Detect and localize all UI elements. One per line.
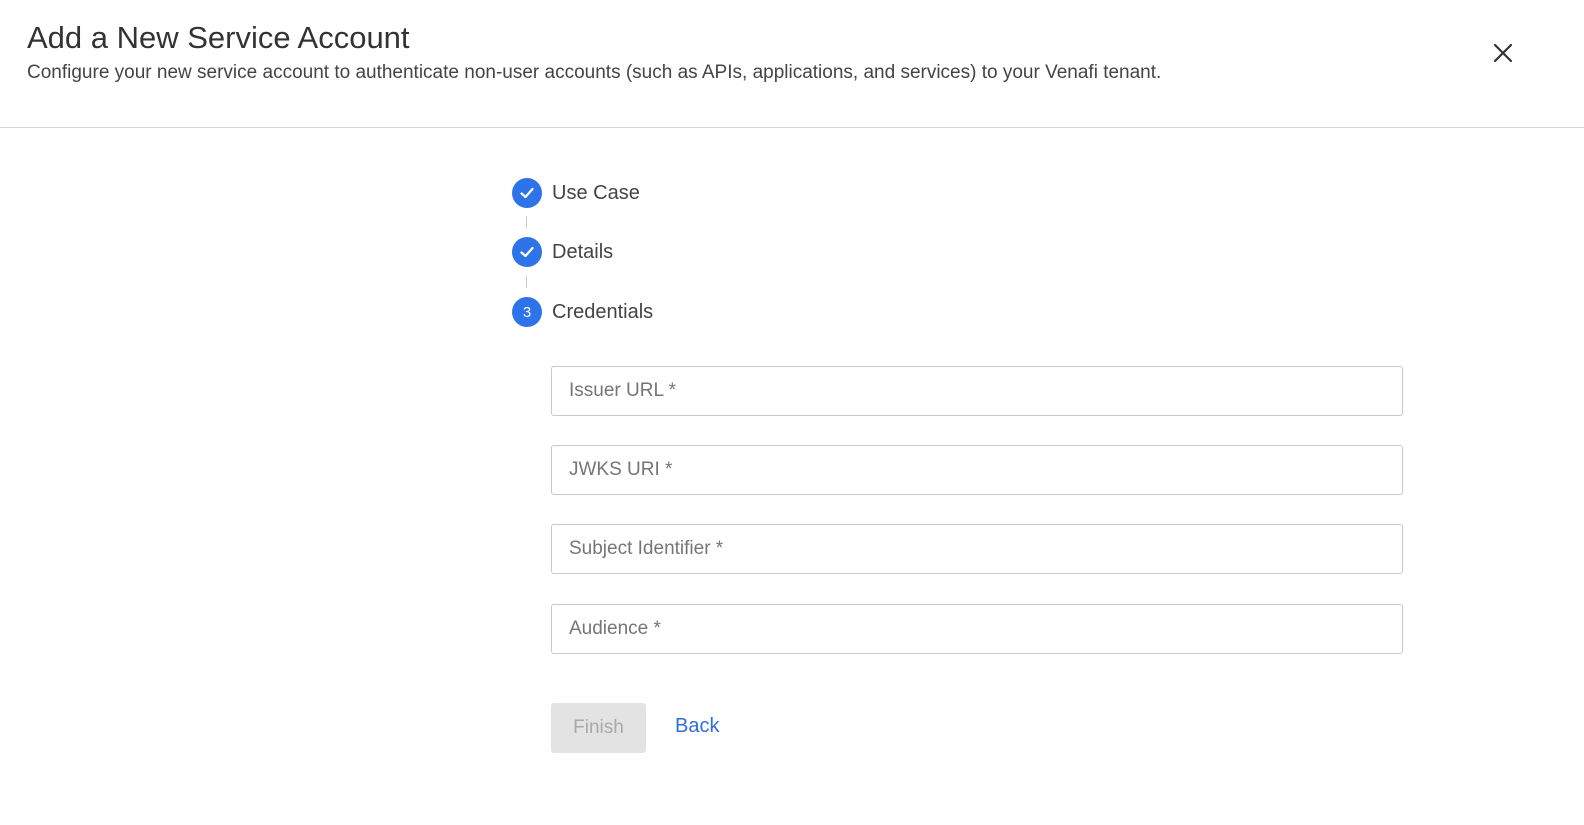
modal-header: Add a New Service Account Configure your… — [0, 0, 1584, 128]
back-link[interactable]: Back — [675, 715, 719, 738]
jwks-uri-field — [551, 445, 1403, 495]
close-button[interactable] — [1486, 36, 1520, 70]
step-use-case: Use Case — [512, 178, 640, 208]
step-label: Use Case — [552, 181, 640, 204]
subject-identifier-field — [551, 524, 1403, 574]
step-details: Details — [512, 237, 613, 267]
step-label: Credentials — [552, 300, 654, 323]
check-icon — [512, 178, 542, 208]
step-label: Details — [552, 240, 614, 263]
close-icon — [1486, 36, 1520, 70]
issuer-url-field — [551, 366, 1403, 416]
step-credentials: 3 Credentials — [512, 297, 653, 327]
page-subtitle: Configure your new service account to au… — [27, 62, 1162, 83]
issuer-url-input[interactable] — [552, 367, 1402, 415]
finish-button[interactable]: Finish — [551, 703, 646, 753]
step-connector — [526, 276, 527, 288]
audience-field — [551, 604, 1403, 654]
jwks-uri-input[interactable] — [552, 446, 1402, 494]
step-number: 3 — [512, 297, 542, 327]
subject-identifier-input[interactable] — [552, 525, 1402, 573]
step-connector — [526, 216, 527, 228]
check-icon — [512, 237, 542, 267]
page-title: Add a New Service Account — [27, 20, 410, 55]
audience-input[interactable] — [552, 605, 1402, 653]
